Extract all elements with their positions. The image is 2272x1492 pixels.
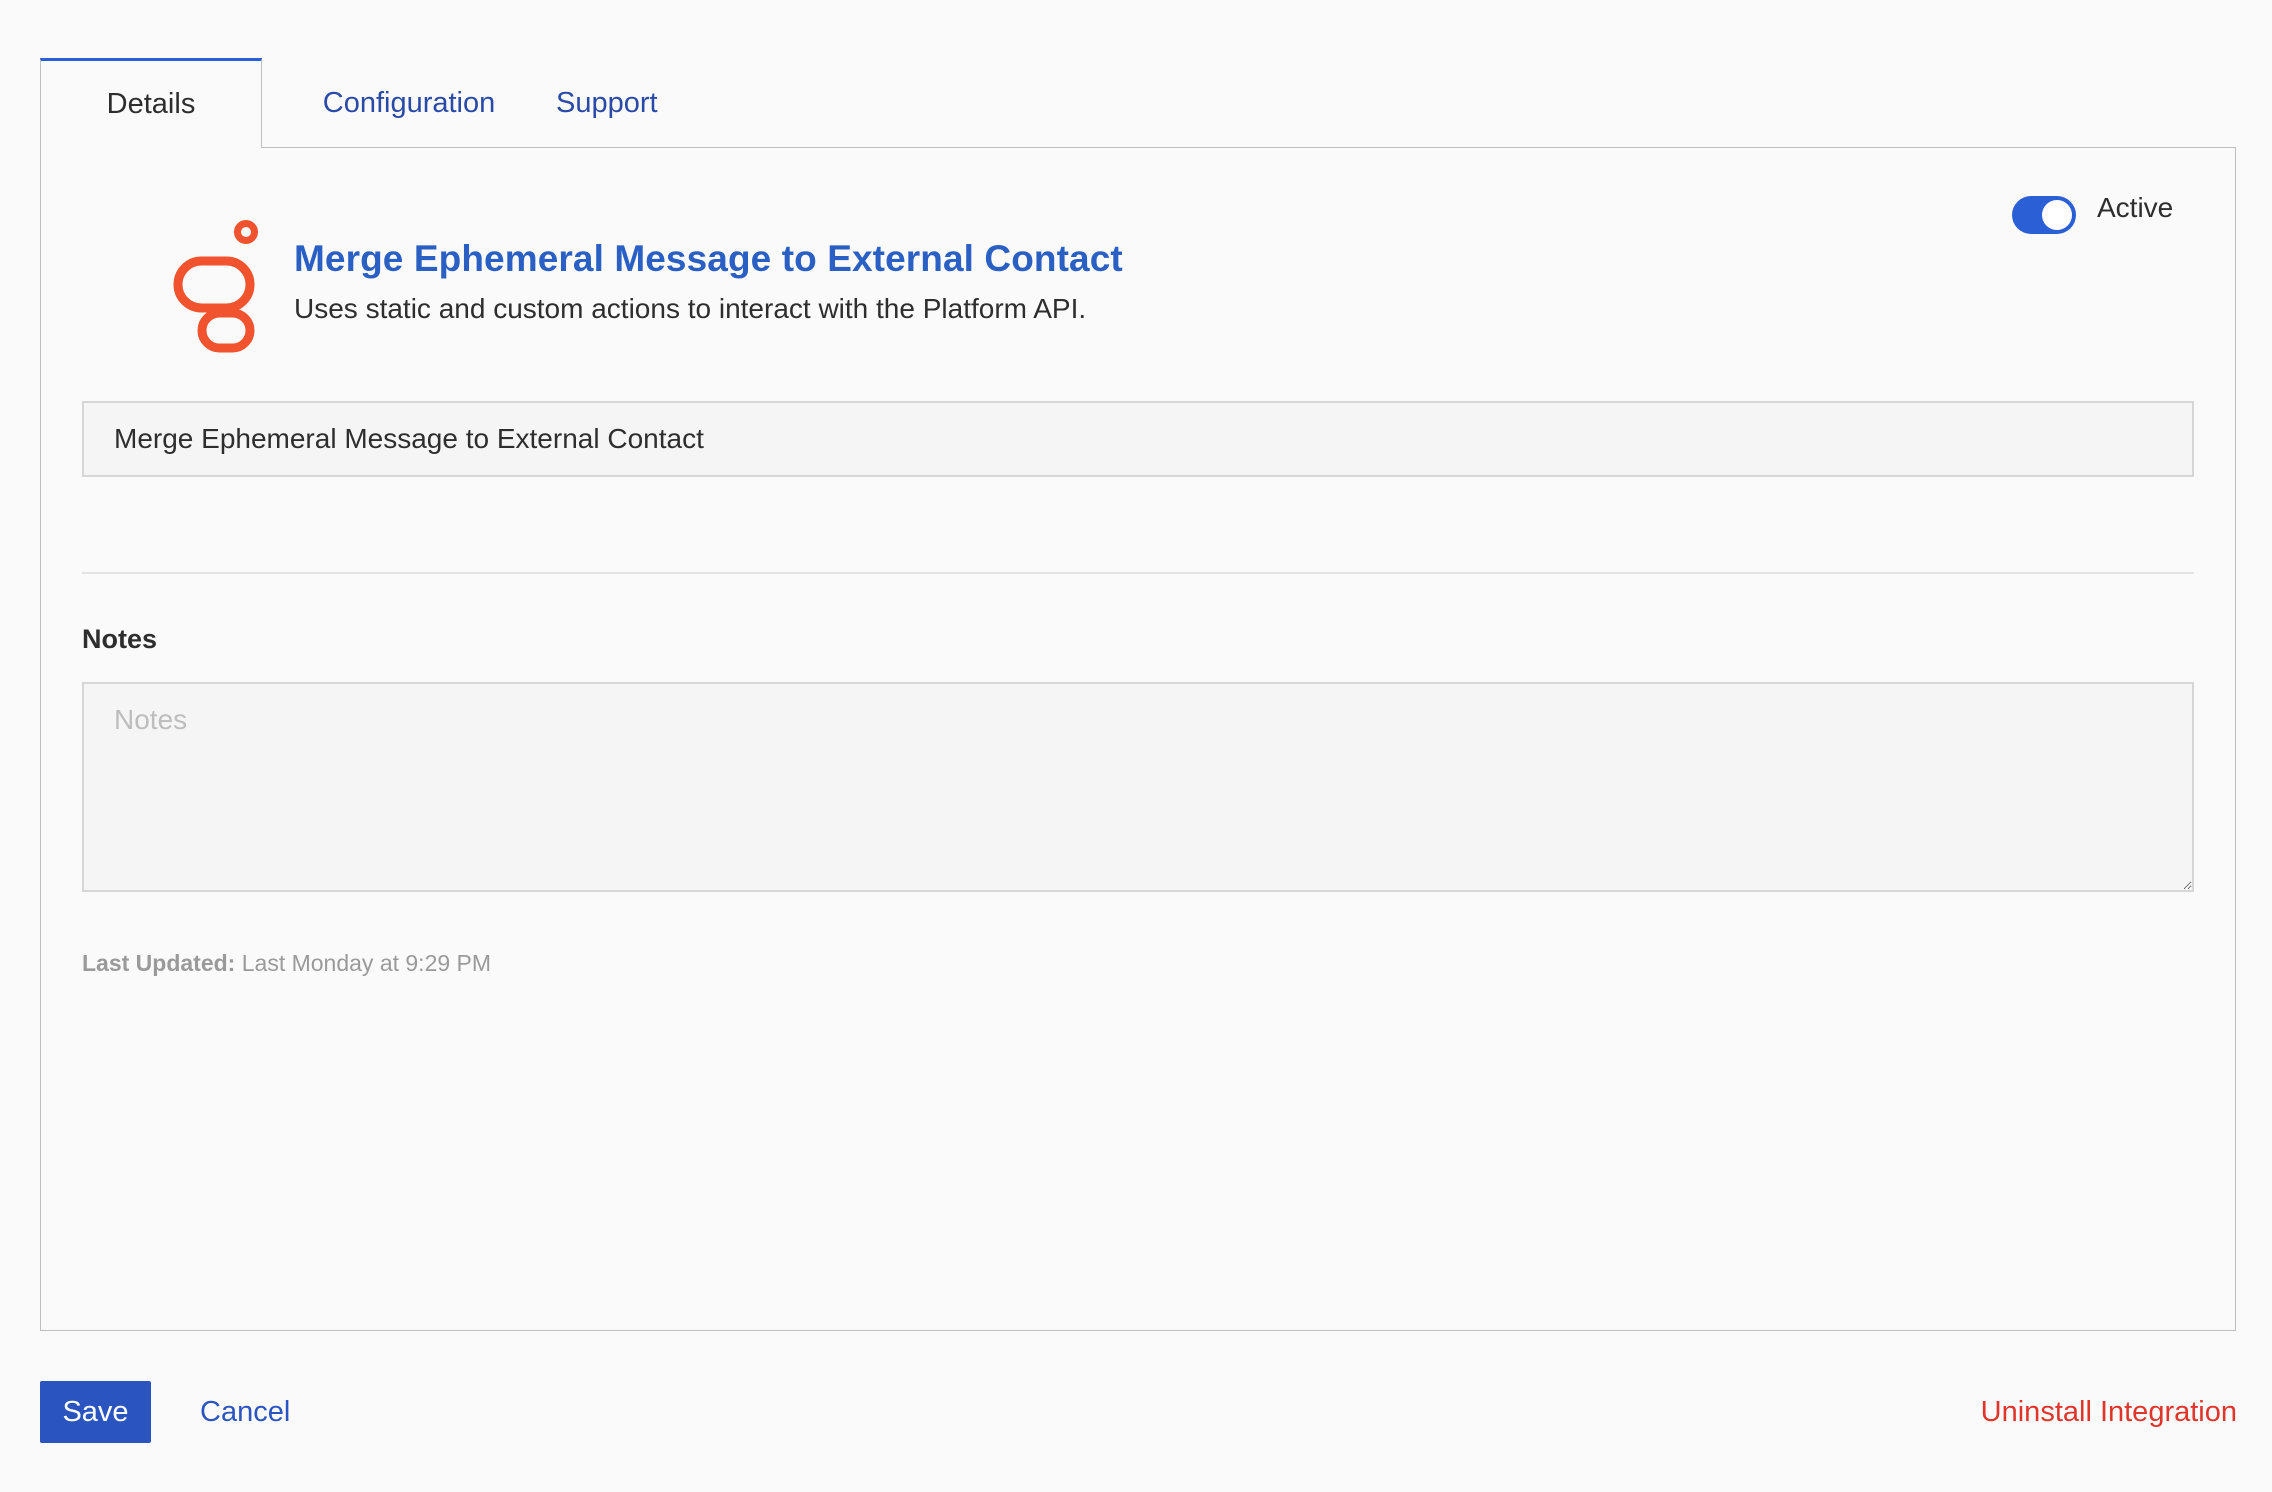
save-button[interactable]: Save bbox=[40, 1381, 151, 1443]
integration-name-input[interactable] bbox=[82, 401, 2194, 477]
active-label: Active bbox=[2097, 192, 2174, 223]
last-updated: Last Updated: Last Monday at 9:29 PM bbox=[82, 950, 491, 977]
last-updated-value: Last Monday at 9:29 PM bbox=[241, 950, 492, 976]
cancel-link[interactable]: Cancel bbox=[200, 1396, 290, 1429]
toggle-knob bbox=[2042, 200, 2072, 230]
section-divider bbox=[82, 572, 2194, 574]
details-panel: Merge Ephemeral Message to External Cont… bbox=[40, 147, 2236, 1331]
integration-title: Merge Ephemeral Message to External Cont… bbox=[294, 238, 1123, 279]
integration-description: Uses static and custom actions to intera… bbox=[294, 293, 1087, 324]
active-toggle[interactable] bbox=[2012, 196, 2076, 234]
last-updated-label: Last Updated: bbox=[82, 950, 236, 976]
notes-textarea[interactable] bbox=[82, 682, 2194, 892]
tab-configuration[interactable]: Configuration bbox=[262, 58, 556, 148]
genesys-logo-icon bbox=[133, 218, 273, 358]
uninstall-integration-link[interactable]: Uninstall Integration bbox=[1981, 1396, 2237, 1429]
tab-details[interactable]: Details bbox=[40, 58, 262, 148]
notes-label: Notes bbox=[82, 624, 158, 654]
tab-bar: Details Configuration Support bbox=[40, 58, 750, 148]
tab-support[interactable]: Support bbox=[556, 58, 750, 148]
